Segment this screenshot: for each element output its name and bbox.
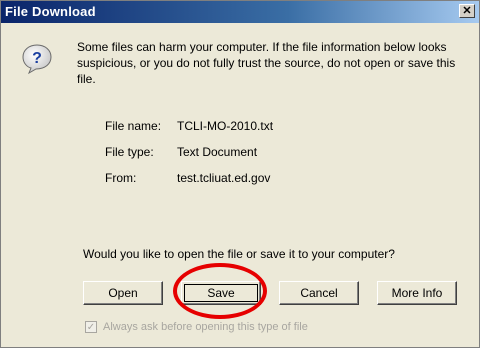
cancel-button[interactable]: Cancel (279, 281, 359, 305)
save-open-question: Would you like to open the file or save … (83, 247, 395, 261)
cancel-button-label: Cancel (300, 286, 338, 300)
file-from-label: From: (105, 171, 137, 185)
save-button[interactable]: Save (181, 281, 261, 305)
dialog-title: File Download (5, 4, 96, 19)
always-ask-checkbox-row[interactable]: ✓ Always ask before opening this type of… (85, 321, 308, 333)
more-info-button[interactable]: More Info (377, 281, 457, 305)
file-type-value: Text Document (177, 145, 258, 159)
close-button[interactable]: ✕ (459, 4, 475, 18)
question-icon: ? (22, 44, 52, 75)
svg-text:?: ? (32, 50, 42, 67)
file-name-label: File name: (105, 119, 162, 133)
always-ask-label: Always ask before opening this type of f… (103, 321, 308, 333)
file-type-label: File type: (105, 145, 154, 159)
title-bar[interactable]: File Download ✕ (1, 1, 479, 23)
file-download-dialog: File Download ✕ ? Some files can harm yo… (0, 0, 480, 348)
always-ask-checkbox[interactable]: ✓ (85, 321, 97, 333)
open-button[interactable]: Open (83, 281, 163, 305)
save-button-label: Save (207, 286, 235, 300)
open-button-label: Open (108, 286, 138, 300)
warning-text: Some files can harm your computer. If th… (77, 40, 456, 86)
more-info-button-label: More Info (391, 286, 443, 300)
file-name-value: TCLI-MO-2010.txt (177, 119, 274, 133)
close-icon: ✕ (462, 4, 472, 17)
file-from-value: test.tcliuat.ed.gov (177, 171, 271, 185)
